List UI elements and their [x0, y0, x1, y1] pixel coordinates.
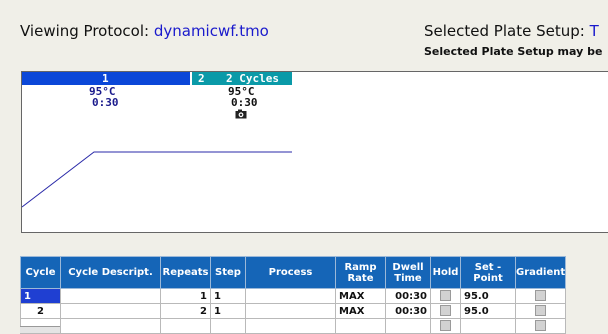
hold-checkbox[interactable]: [440, 290, 451, 302]
cycle-cell[interactable]: 1: [20, 288, 61, 304]
column-header-process[interactable]: Process: [245, 256, 336, 289]
dwell-time-cell[interactable]: [385, 318, 431, 334]
column-header-repeats[interactable]: Repeats: [160, 256, 211, 289]
column-header-cycle-description[interactable]: Cycle Descript.: [60, 256, 161, 289]
step-cell[interactable]: 1: [210, 303, 246, 319]
gradient-checkbox[interactable]: [535, 290, 547, 302]
gradient-checkbox[interactable]: [535, 305, 547, 317]
protocol-graph[interactable]: 1 2 2 Cycles 95°C 0:30 95°C 0:30: [21, 71, 608, 233]
column-header-hold[interactable]: Hold: [430, 256, 461, 289]
repeats-cell[interactable]: 2: [160, 303, 211, 319]
protocol-table: Cycle Cycle Descript. Repeats Step Proce…: [20, 256, 567, 334]
process-cell[interactable]: [245, 318, 336, 334]
repeats-cell[interactable]: [160, 318, 211, 334]
set-point-cell[interactable]: 95.0: [460, 303, 516, 319]
ramp-rate-cell[interactable]: MAX: [335, 303, 386, 319]
ramp-rate-cell[interactable]: MAX: [335, 288, 386, 304]
repeats-cell[interactable]: 1: [160, 288, 211, 304]
selected-plate-note: Selected Plate Setup may be: [424, 45, 603, 58]
process-cell[interactable]: [245, 303, 336, 319]
hold-cell[interactable]: [430, 318, 461, 334]
step-cell[interactable]: 1: [210, 288, 246, 304]
column-header-step[interactable]: Step: [210, 256, 246, 289]
selected-plate-header: Selected Plate Setup: T: [424, 22, 599, 40]
hold-checkbox[interactable]: [440, 305, 451, 317]
table-row[interactable]: [20, 318, 567, 334]
hold-cell[interactable]: [430, 288, 461, 304]
cycle-description-cell[interactable]: [60, 303, 161, 319]
column-header-set-point[interactable]: Set - Point: [460, 256, 516, 289]
column-header-cycle[interactable]: Cycle: [20, 256, 61, 289]
step-cell[interactable]: [210, 318, 246, 334]
protocol-name: dynamicwf.tmo: [153, 22, 269, 40]
set-point-cell[interactable]: [460, 318, 516, 334]
column-header-gradient[interactable]: Gradient: [514, 256, 567, 289]
table-header-row: Cycle Cycle Descript. Repeats Step Proce…: [20, 256, 567, 289]
set-point-cell[interactable]: 95.0: [460, 288, 516, 304]
column-header-dwell-time[interactable]: Dwell Time: [385, 256, 431, 289]
cycle-description-cell[interactable]: [60, 318, 161, 334]
hold-checkbox[interactable]: [440, 320, 451, 332]
ramp-rate-cell[interactable]: [335, 318, 386, 334]
hold-cell[interactable]: [430, 303, 461, 319]
table-row[interactable]: 1 1 1 MAX 00:30 95.0: [20, 288, 567, 304]
gradient-cell[interactable]: [514, 303, 567, 319]
cycle-description-cell[interactable]: [60, 288, 161, 304]
gradient-cell[interactable]: [514, 288, 567, 304]
column-header-ramp-rate[interactable]: Ramp Rate: [335, 256, 386, 289]
viewing-protocol-header: Viewing Protocol: dynamicwf.tmo: [20, 22, 269, 40]
viewing-protocol-label: Viewing Protocol:: [20, 22, 150, 40]
process-cell[interactable]: [245, 288, 336, 304]
table-row[interactable]: 2 2 1 MAX 00:30 95.0: [20, 303, 567, 319]
dwell-time-cell[interactable]: 00:30: [385, 303, 431, 319]
gradient-cell[interactable]: [514, 318, 567, 334]
dwell-time-cell[interactable]: 00:30: [385, 288, 431, 304]
temperature-profile-line: [22, 151, 292, 208]
selected-plate-value: T: [589, 22, 599, 40]
cycle-cell[interactable]: 2: [20, 303, 61, 319]
gradient-checkbox[interactable]: [535, 320, 547, 332]
selected-plate-label: Selected Plate Setup:: [424, 22, 585, 40]
